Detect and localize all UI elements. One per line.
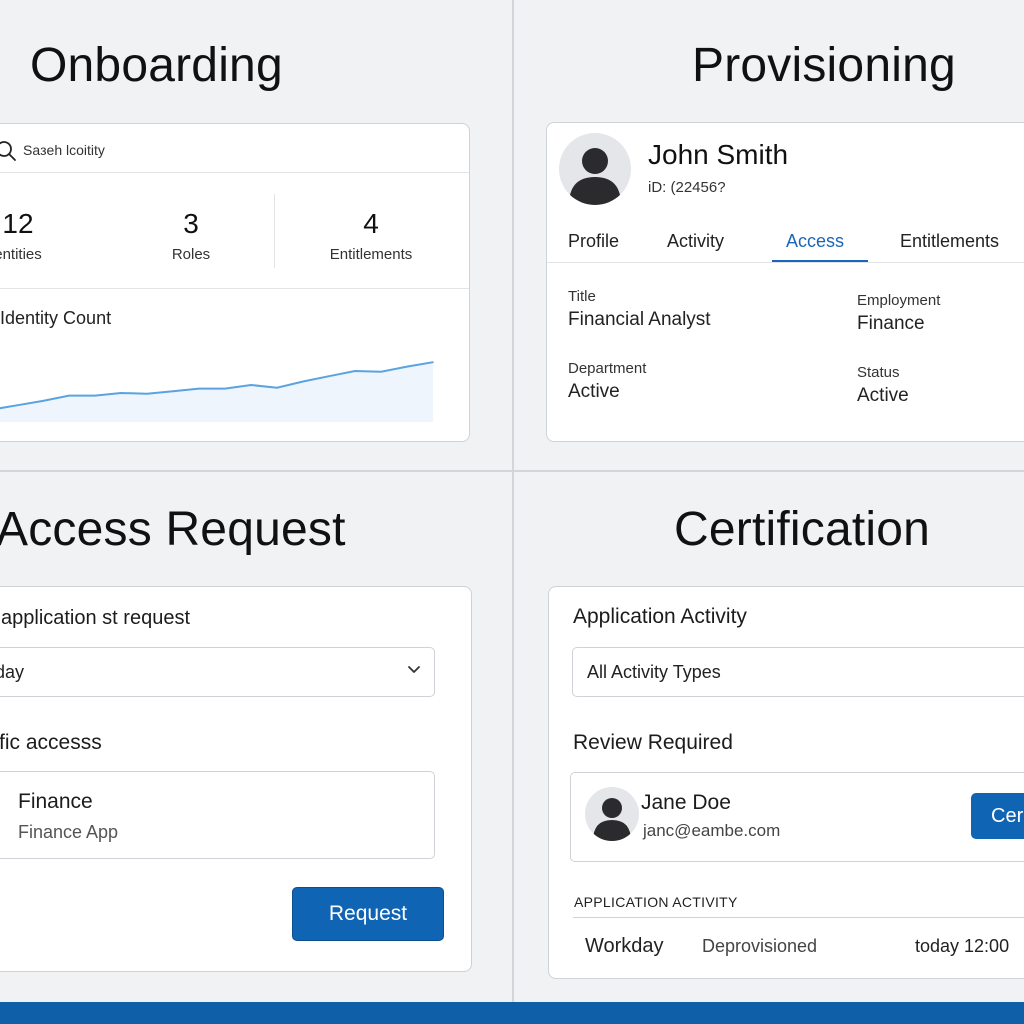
chart-point-13	[328, 375, 330, 377]
certify-button-label: Cer	[991, 805, 1024, 827]
finance-access-option[interactable]: Finance Finance App	[0, 771, 435, 859]
field-employment-value: Finance	[857, 313, 925, 334]
tab-access[interactable]: Access	[786, 231, 844, 252]
chart-point-3	[68, 394, 70, 397]
select-label: application st request	[1, 607, 191, 629]
review-required-label: Review Required	[573, 731, 733, 754]
field-department-label: Department	[568, 360, 647, 377]
field-employment: Employment Finance	[857, 292, 940, 335]
access-label: fic accesss	[0, 731, 102, 754]
chart-point-16	[406, 365, 408, 368]
onboarding-title: Onboarding	[30, 39, 283, 92]
activity-caption: APPLICATION ACTIVITY	[574, 894, 738, 910]
certify-button[interactable]: Cer	[971, 793, 1024, 839]
request-button[interactable]: Request	[292, 887, 444, 941]
search-icon[interactable]	[0, 140, 17, 167]
field-status: Status Active	[857, 364, 909, 407]
review-item[interactable]: Jane Doe janc@eambe.com Cer	[570, 772, 1024, 862]
provisioning-card: John Smith iD: (22456? Profile Activity …	[546, 122, 1024, 442]
chart-point-11	[276, 386, 278, 389]
quadrant-divider-vertical	[512, 0, 514, 1002]
tab-profile[interactable]: Profile	[568, 231, 619, 252]
activity-divider	[573, 917, 1024, 918]
stat-identities-value: 12	[2, 208, 34, 239]
chart-point-5	[120, 392, 122, 394]
stat-entitlements-label: Entitlements	[329, 246, 413, 263]
access-request-title: Access Request	[0, 503, 346, 556]
stats-divider	[0, 288, 469, 289]
field-status-label: Status	[857, 364, 900, 381]
user-icon	[593, 798, 631, 841]
activity-time: today 12:00	[915, 936, 1010, 956]
field-title-value: Financial Analyst	[568, 309, 711, 330]
chart-point-8	[198, 387, 200, 390]
reviewer-email: janc@eambe.com	[643, 821, 781, 840]
chart-point-1	[16, 404, 18, 407]
identity-count-chart	[0, 361, 434, 422]
option-name: Finance	[18, 790, 93, 813]
user-name: John Smith	[648, 139, 789, 170]
chevron-down-icon[interactable]	[406, 662, 422, 683]
chart-point-14	[354, 370, 356, 372]
field-title-label: Title	[568, 288, 596, 305]
certification-card: Application Activity All Activity Types …	[548, 586, 1024, 979]
application-select-value: sday	[0, 662, 25, 682]
search-bar[interactable]: Saзeh lcoitity	[0, 124, 469, 173]
section-title: Application Activity	[573, 605, 747, 628]
activity-type-filter[interactable]: All Activity Types	[572, 647, 1024, 697]
chart-point-12	[302, 380, 304, 383]
stat-roles-label: Roles	[171, 246, 211, 263]
chart-point-9	[224, 387, 226, 390]
tab-activity[interactable]: Activity	[667, 231, 724, 252]
quadrant-divider-horizontal	[0, 470, 1024, 472]
chart-point-10	[250, 384, 252, 386]
activity-type-filter-value: All Activity Types	[587, 662, 721, 682]
chart-point-2	[42, 400, 44, 402]
field-department: Department Active	[568, 360, 646, 403]
stats-separator	[274, 194, 275, 268]
provisioning-title: Provisioning	[692, 39, 956, 92]
chart-point-15	[380, 371, 382, 373]
stat-entitlements-value: 4	[363, 208, 379, 239]
bottom-bar	[0, 1002, 1024, 1024]
reviewer-avatar	[585, 787, 639, 841]
chart-point-6	[146, 393, 148, 395]
stat-roles: 3 Roles	[141, 208, 241, 263]
reviewer-name: Jane Doe	[641, 791, 731, 814]
search-input[interactable]: Saзeh lcoitity	[23, 142, 105, 158]
onboarding-card: Saзeh lcoitity 12 entities 3 Roles 4 Ent…	[0, 123, 470, 442]
stat-roles-value: 3	[183, 208, 199, 239]
stat-identities: 12 entities	[0, 208, 73, 263]
chart-point-7	[172, 390, 174, 392]
field-title: Title Financial Analyst	[568, 288, 711, 331]
chart-point-4	[94, 394, 96, 397]
stat-entitlements: 4 Entitlements	[306, 208, 436, 263]
option-subtitle: Finance App	[18, 822, 119, 842]
activity-action: Deprovisioned	[702, 936, 818, 956]
avatar	[559, 133, 631, 205]
tabs-divider	[547, 262, 1024, 263]
activity-app: Workday	[585, 935, 664, 957]
tab-entitlements[interactable]: Entitlements	[900, 231, 999, 252]
access-request-card: application st request sday fic accesss …	[0, 586, 472, 972]
field-department-value: Active	[568, 381, 620, 402]
user-id: iD: (22456?	[648, 179, 726, 196]
chart-point-17	[432, 361, 434, 363]
application-select[interactable]: sday	[0, 647, 435, 697]
field-status-value: Active	[857, 385, 909, 406]
stat-identities-label: entities	[0, 246, 42, 263]
user-icon	[569, 148, 621, 205]
certification-title: Certification	[674, 503, 931, 556]
field-employment-label: Employment	[857, 292, 941, 309]
